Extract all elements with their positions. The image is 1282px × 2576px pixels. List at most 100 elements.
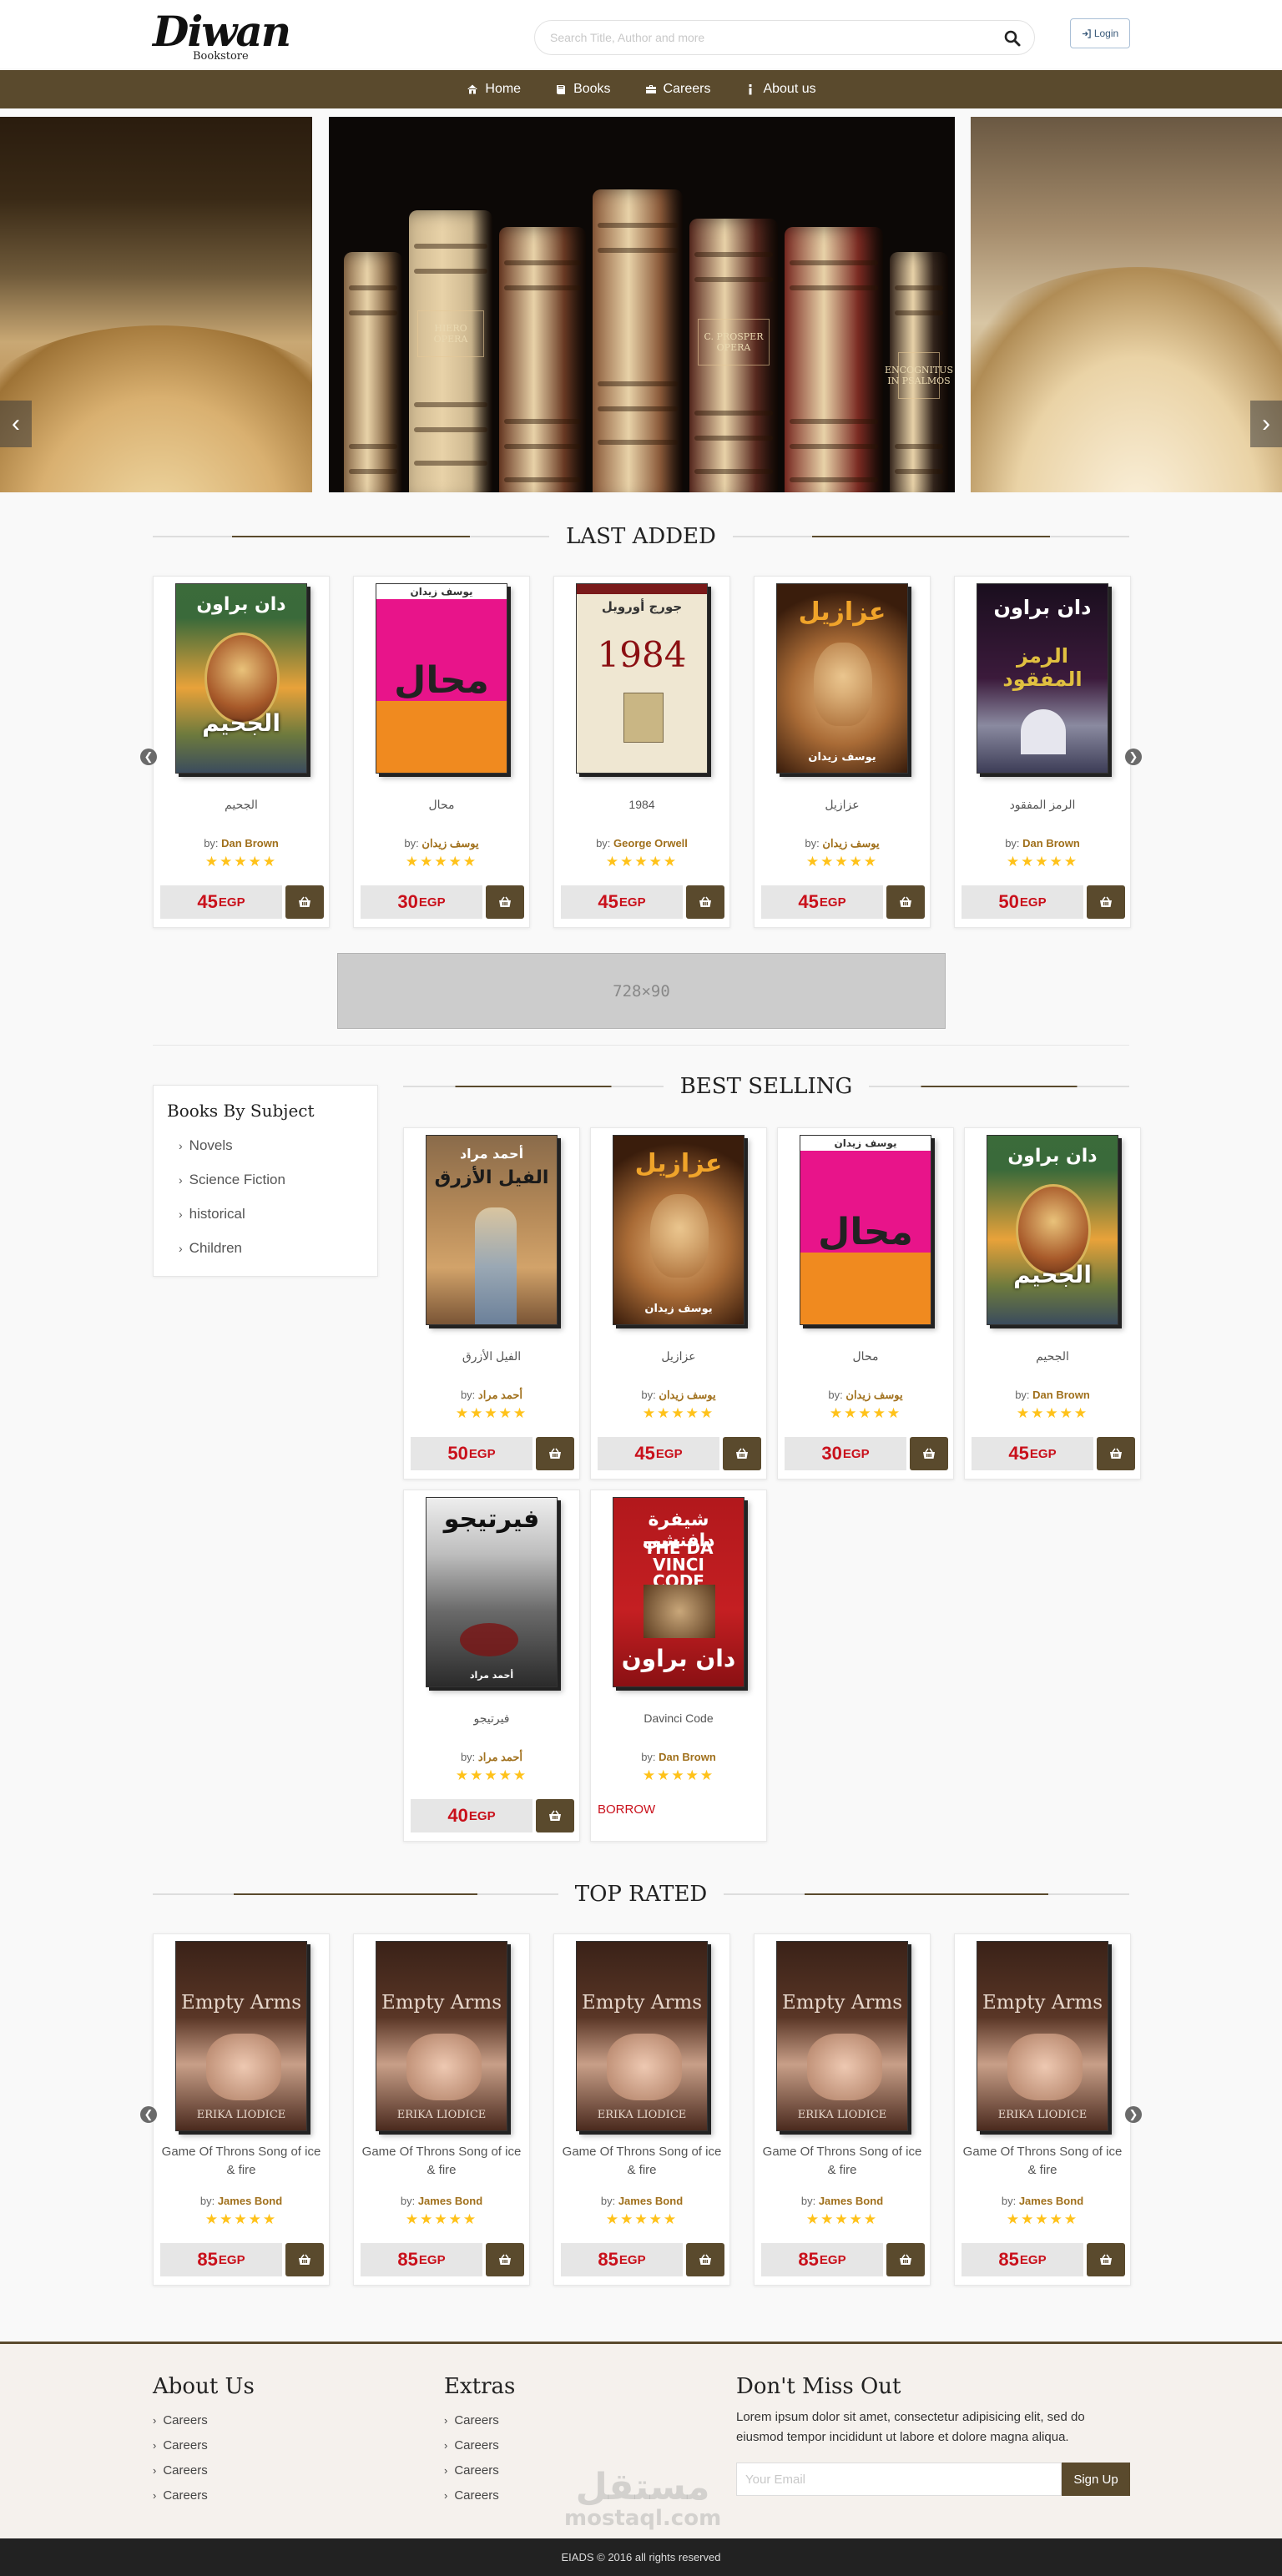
- book-cover[interactable]: دان براون الجحيم: [175, 583, 307, 774]
- last-added-next[interactable]: ❯: [1125, 749, 1142, 765]
- nav-careers[interactable]: Careers: [644, 82, 710, 97]
- book-cover[interactable]: أحمد مراد الفيل الأزرق: [426, 1135, 558, 1325]
- author-link[interactable]: يوسف زيدان: [822, 837, 879, 849]
- top-rated-next[interactable]: ❯: [1125, 2106, 1142, 2123]
- newsletter-email-input[interactable]: [736, 2463, 1062, 2496]
- book-card[interactable]: جورج أورويل 1984 1984 by: George Orwell …: [553, 576, 730, 928]
- subject-item-children[interactable]: › Children: [179, 1240, 285, 1274]
- book-cover[interactable]: دان براون الجحيم: [987, 1135, 1118, 1325]
- footer-link[interactable]: › Careers: [153, 2483, 255, 2508]
- book-card[interactable]: يوسف زيدان محال محال by: يوسف زيدان ★★★★…: [353, 576, 530, 928]
- book-card[interactable]: Empty Arms ERIKA LIODICE Game Of Throns …: [153, 1933, 330, 2286]
- author-link[interactable]: James Bond: [218, 2195, 282, 2207]
- book-cover[interactable]: يوسف زيدان محال: [800, 1135, 931, 1325]
- subject-item-science-fiction[interactable]: › Science Fiction: [179, 1172, 285, 1206]
- nav-about[interactable]: About us: [744, 82, 816, 97]
- author-link[interactable]: James Bond: [418, 2195, 482, 2207]
- book-cover[interactable]: Empty Arms ERIKA LIODICE: [576, 1941, 708, 2131]
- borrow-button[interactable]: BORROW: [598, 1802, 655, 1817]
- add-to-cart-button[interactable]: [536, 1437, 574, 1470]
- author-link[interactable]: Dan Brown: [1032, 1389, 1090, 1401]
- add-to-cart-button[interactable]: [285, 2243, 324, 2276]
- subject-item-historical[interactable]: › historical: [179, 1206, 285, 1240]
- footer-link[interactable]: › Careers: [153, 2458, 255, 2483]
- nav-books[interactable]: Books: [554, 82, 611, 97]
- book-card[interactable]: دان براون الجحيم الجحيم by: Dan Brown ★★…: [153, 576, 330, 928]
- book-card[interactable]: Empty Arms ERIKA LIODICE Game Of Throns …: [353, 1933, 530, 2286]
- author-link[interactable]: Dan Brown: [659, 1751, 716, 1763]
- book-card[interactable]: شيفرة دافنشي THE DA VINCI CODE دان براون…: [590, 1490, 767, 1842]
- book-title[interactable]: Davinci Code: [596, 1709, 761, 1727]
- add-to-cart-button[interactable]: [486, 885, 524, 919]
- book-card[interactable]: عزازيل يوسف زيدان عزازيل by: يوسف زيدان …: [754, 576, 931, 928]
- author-link[interactable]: George Orwell: [613, 837, 688, 849]
- footer-link[interactable]: › Careers: [444, 2458, 515, 2483]
- book-title[interactable]: Game Of Throns Song of ice & fire: [559, 2143, 724, 2180]
- author-link[interactable]: يوسف زيدان: [845, 1389, 902, 1401]
- site-logo[interactable]: Diwan Bookstore: [153, 7, 291, 65]
- add-to-cart-button[interactable]: [886, 885, 925, 919]
- nav-home[interactable]: Home: [466, 82, 521, 97]
- footer-link[interactable]: › Careers: [153, 2432, 255, 2458]
- author-link[interactable]: Dan Brown: [1022, 837, 1080, 849]
- book-cover[interactable]: يوسف زيدان محال: [376, 583, 507, 774]
- add-to-cart-button[interactable]: [723, 1437, 761, 1470]
- book-title[interactable]: عزازيل: [596, 1347, 761, 1365]
- book-card[interactable]: Empty Arms ERIKA LIODICE Game Of Throns …: [553, 1933, 730, 2286]
- author-link[interactable]: James Bond: [1019, 2195, 1083, 2207]
- login-button[interactable]: Login: [1070, 18, 1130, 48]
- ad-banner[interactable]: 728×90: [337, 953, 946, 1029]
- author-link[interactable]: أحمد مراد: [478, 1751, 522, 1763]
- book-cover[interactable]: Empty Arms ERIKA LIODICE: [977, 1941, 1108, 2131]
- subject-item-novels[interactable]: › Novels: [179, 1137, 285, 1172]
- book-title[interactable]: محال: [783, 1347, 948, 1365]
- search-icon[interactable]: [1002, 28, 1022, 48]
- book-title[interactable]: الرمز المفقود: [960, 795, 1125, 814]
- last-added-prev[interactable]: ❮: [140, 749, 157, 765]
- book-title[interactable]: 1984: [559, 795, 724, 814]
- book-card[interactable]: Empty Arms ERIKA LIODICE Game Of Throns …: [754, 1933, 931, 2286]
- book-cover[interactable]: فيرتيجو أحمد مراد: [426, 1497, 558, 1687]
- footer-link[interactable]: › Careers: [153, 2407, 255, 2432]
- book-card[interactable]: عزازيل يوسف زيدان عزازيل by: يوسف زيدان …: [590, 1127, 767, 1480]
- author-link[interactable]: Dan Brown: [221, 837, 279, 849]
- hero-next-arrow[interactable]: ›: [1250, 401, 1282, 447]
- book-title[interactable]: الفيل الأزرق: [409, 1347, 574, 1365]
- author-link[interactable]: يوسف زيدان: [659, 1389, 715, 1401]
- book-card[interactable]: أحمد مراد الفيل الأزرق الفيل الأزرق by: …: [403, 1127, 580, 1480]
- add-to-cart-button[interactable]: [536, 1799, 574, 1832]
- book-title[interactable]: الجحيم: [970, 1347, 1135, 1365]
- add-to-cart-button[interactable]: [686, 885, 724, 919]
- book-title[interactable]: الجحيم: [159, 795, 324, 814]
- book-cover[interactable]: عزازيل يوسف زيدان: [613, 1135, 744, 1325]
- book-card[interactable]: Empty Arms ERIKA LIODICE Game Of Throns …: [954, 1933, 1131, 2286]
- add-to-cart-button[interactable]: [1097, 1437, 1135, 1470]
- add-to-cart-button[interactable]: [886, 2243, 925, 2276]
- book-cover[interactable]: شيفرة دافنشي THE DA VINCI CODE دان براون: [613, 1497, 744, 1687]
- hero-prev-arrow[interactable]: ‹: [0, 401, 32, 447]
- add-to-cart-button[interactable]: [910, 1437, 948, 1470]
- book-card[interactable]: يوسف زيدان محال محال by: يوسف زيدان ★★★★…: [777, 1127, 954, 1480]
- book-title[interactable]: Game Of Throns Song of ice & fire: [960, 2143, 1125, 2180]
- book-title[interactable]: فيرتيجو: [409, 1709, 574, 1727]
- book-card[interactable]: فيرتيجو أحمد مراد فيرتيجو by: أحمد مراد …: [403, 1490, 580, 1842]
- author-link[interactable]: يوسف زيدان: [421, 837, 478, 849]
- search-input[interactable]: [550, 28, 984, 48]
- author-link[interactable]: James Bond: [819, 2195, 883, 2207]
- book-cover[interactable]: Empty Arms ERIKA LIODICE: [175, 1941, 307, 2131]
- add-to-cart-button[interactable]: [486, 2243, 524, 2276]
- signup-button[interactable]: Sign Up: [1062, 2463, 1130, 2496]
- footer-link[interactable]: › Careers: [444, 2407, 515, 2432]
- author-link[interactable]: أحمد مراد: [478, 1389, 522, 1401]
- footer-link[interactable]: › Careers: [444, 2432, 515, 2458]
- add-to-cart-button[interactable]: [1087, 885, 1125, 919]
- book-cover[interactable]: عزازيل يوسف زيدان: [776, 583, 908, 774]
- add-to-cart-button[interactable]: [285, 885, 324, 919]
- top-rated-prev[interactable]: ❮: [140, 2106, 157, 2123]
- book-title[interactable]: Game Of Throns Song of ice & fire: [760, 2143, 925, 2180]
- add-to-cart-button[interactable]: [686, 2243, 724, 2276]
- footer-link[interactable]: › Careers: [444, 2483, 515, 2508]
- book-cover[interactable]: جورج أورويل 1984: [576, 583, 708, 774]
- book-cover[interactable]: Empty Arms ERIKA LIODICE: [776, 1941, 908, 2131]
- book-cover[interactable]: Empty Arms ERIKA LIODICE: [376, 1941, 507, 2131]
